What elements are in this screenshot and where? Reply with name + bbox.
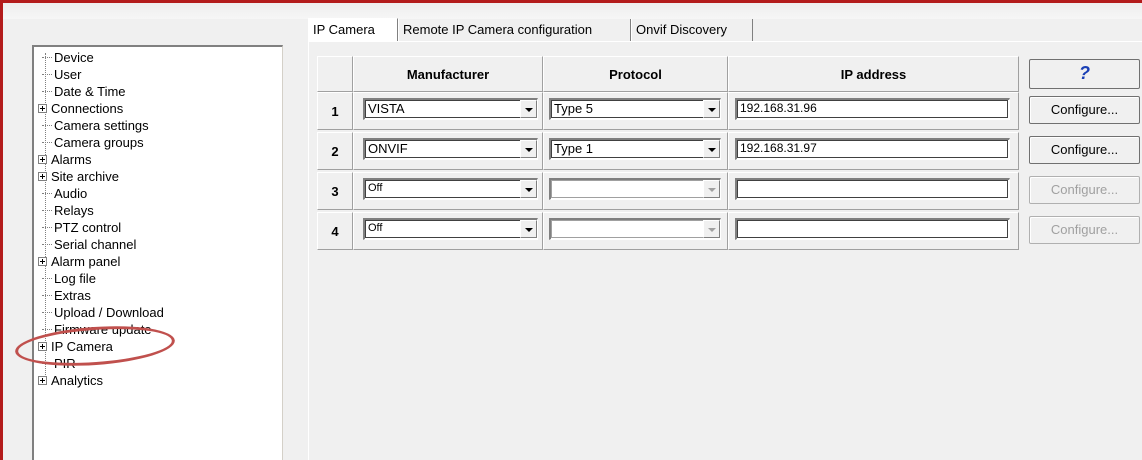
tree-item-extras[interactable]: Extras bbox=[34, 287, 91, 304]
tree-item-label: Analytics bbox=[51, 373, 104, 388]
tree-item-audio[interactable]: Audio bbox=[34, 185, 87, 202]
tree-connector bbox=[42, 270, 52, 279]
manufacturer-select[interactable]: ONVIF bbox=[363, 138, 538, 160]
tree-item-device[interactable]: Device bbox=[34, 49, 94, 66]
tree-item-label: Site archive bbox=[51, 169, 119, 184]
dropdown-arrow-icon[interactable] bbox=[520, 100, 537, 118]
manufacturer-select[interactable]: Off bbox=[363, 218, 538, 240]
tree-item-user[interactable]: User bbox=[34, 66, 81, 83]
tree-item-label: Device bbox=[54, 50, 94, 65]
protocol-select[interactable]: Type 5 bbox=[549, 98, 721, 120]
expand-plus-icon[interactable] bbox=[38, 155, 47, 165]
configure-button: Configure... bbox=[1029, 176, 1140, 204]
row-number: 4 bbox=[317, 212, 353, 250]
help-question-icon[interactable]: ? bbox=[1029, 59, 1140, 89]
configure-button: Configure... bbox=[1029, 216, 1140, 244]
manufacturer-select[interactable]: VISTA bbox=[363, 98, 538, 120]
dropdown-arrow-icon[interactable] bbox=[520, 220, 537, 238]
ip-address-field[interactable]: 192.168.31.97 bbox=[735, 138, 1010, 160]
tree-item-label: User bbox=[54, 67, 82, 82]
tree-item-alarm-panel[interactable]: Alarm panel bbox=[34, 253, 120, 270]
dropdown-arrow-icon[interactable] bbox=[703, 140, 720, 158]
tree-item-label: Alarm panel bbox=[51, 254, 121, 269]
ip-camera-panel: Manufacturer Protocol IP address ? 1 VIST… bbox=[308, 41, 1142, 460]
tree-item-label: Upload / Download bbox=[54, 305, 164, 320]
tree-item-analytics[interactable]: Analytics bbox=[34, 372, 103, 389]
tree-connector bbox=[42, 202, 52, 211]
tree-item-date-time[interactable]: Date & Time bbox=[34, 83, 126, 100]
dropdown-arrow-icon bbox=[703, 180, 720, 198]
tree-connector bbox=[42, 304, 52, 313]
corner-cell bbox=[317, 56, 353, 92]
manufacturer-select[interactable]: Off bbox=[363, 178, 538, 200]
configure-button[interactable]: Configure... bbox=[1029, 136, 1140, 164]
dropdown-arrow-icon[interactable] bbox=[703, 100, 720, 118]
tree-connector bbox=[42, 66, 52, 75]
protocol-select bbox=[549, 178, 721, 200]
row-number: 2 bbox=[317, 132, 353, 170]
tree-item-label: Log file bbox=[54, 271, 96, 286]
dropdown-arrow-icon[interactable] bbox=[520, 140, 537, 158]
tab-onvif-discovery[interactable]: Onvif Discovery bbox=[631, 19, 753, 41]
protocol-select[interactable]: Type 1 bbox=[549, 138, 721, 160]
protocol-select bbox=[549, 218, 721, 240]
tree-connector bbox=[42, 236, 52, 245]
tree-item-label: Relays bbox=[54, 203, 94, 218]
tree-connector bbox=[42, 321, 52, 330]
tree-item-camera-settings[interactable]: Camera settings bbox=[34, 117, 149, 134]
title-edge bbox=[3, 3, 1142, 19]
tree-item-upload-download[interactable]: Upload / Download bbox=[34, 304, 164, 321]
manufacturer-value: Off bbox=[368, 222, 383, 234]
row-number: 1 bbox=[317, 92, 353, 130]
settings-tree[interactable]: Device User Date & Time Connections Camera s… bbox=[32, 45, 283, 460]
protocol-value: Type 5 bbox=[554, 101, 594, 116]
config-window: Device User Date & Time Connections Camera s… bbox=[3, 3, 1142, 460]
tree-item-alarms[interactable]: Alarms bbox=[34, 151, 91, 168]
manufacturer-value: Off bbox=[368, 182, 383, 194]
manufacturer-value: ONVIF bbox=[368, 141, 408, 156]
tree-connector bbox=[42, 49, 52, 58]
tree-connector bbox=[42, 83, 52, 92]
expand-plus-icon[interactable] bbox=[38, 104, 47, 114]
tab-remote-ip-camera-configuration[interactable]: Remote IP Camera configuration bbox=[398, 19, 631, 41]
tree-item-serial-channel[interactable]: Serial channel bbox=[34, 236, 136, 253]
expand-plus-icon[interactable] bbox=[38, 257, 47, 267]
header-manufacturer: Manufacturer bbox=[353, 56, 543, 92]
tree-connector bbox=[42, 219, 52, 228]
tree-item-log-file[interactable]: Log file bbox=[34, 270, 96, 287]
configure-button[interactable]: Configure... bbox=[1029, 96, 1140, 124]
tree-item-label: Connections bbox=[51, 101, 124, 116]
tree-item-label: Audio bbox=[54, 186, 88, 201]
tab-ip-camera[interactable]: IP Camera bbox=[308, 18, 398, 42]
header-protocol: Protocol bbox=[543, 56, 728, 92]
tree-item-relays[interactable]: Relays bbox=[34, 202, 94, 219]
dropdown-arrow-icon[interactable] bbox=[520, 180, 537, 198]
tree-item-ptz-control[interactable]: PTZ control bbox=[34, 219, 121, 236]
tree-connector bbox=[42, 134, 52, 143]
expand-plus-icon[interactable] bbox=[38, 376, 47, 386]
tree-item-label: Extras bbox=[54, 288, 91, 303]
ip-address-field bbox=[735, 178, 1010, 200]
tree-item-camera-groups[interactable]: Camera groups bbox=[34, 134, 144, 151]
tree-item-connections[interactable]: Connections bbox=[34, 100, 123, 117]
tree-item-label: Date & Time bbox=[54, 84, 126, 99]
header-ip-address: IP address bbox=[728, 56, 1019, 92]
tree-item-label: PTZ control bbox=[54, 220, 122, 235]
protocol-value: Type 1 bbox=[554, 141, 594, 156]
tree-item-label: Camera groups bbox=[54, 135, 144, 150]
tree-connector bbox=[42, 287, 52, 296]
expand-plus-icon[interactable] bbox=[38, 172, 47, 182]
ip-address-field[interactable]: 192.168.31.96 bbox=[735, 98, 1010, 120]
tree-connector bbox=[42, 117, 52, 126]
tree-connector bbox=[42, 185, 52, 194]
row-number: 3 bbox=[317, 172, 353, 210]
tree-item-label: Serial channel bbox=[54, 237, 137, 252]
manufacturer-value: VISTA bbox=[368, 101, 405, 116]
ip-address-field bbox=[735, 218, 1010, 240]
dropdown-arrow-icon bbox=[703, 220, 720, 238]
tree-item-site-archive[interactable]: Site archive bbox=[34, 168, 119, 185]
tree-item-label: Alarms bbox=[51, 152, 92, 167]
tree-item-label: Camera settings bbox=[54, 118, 149, 133]
